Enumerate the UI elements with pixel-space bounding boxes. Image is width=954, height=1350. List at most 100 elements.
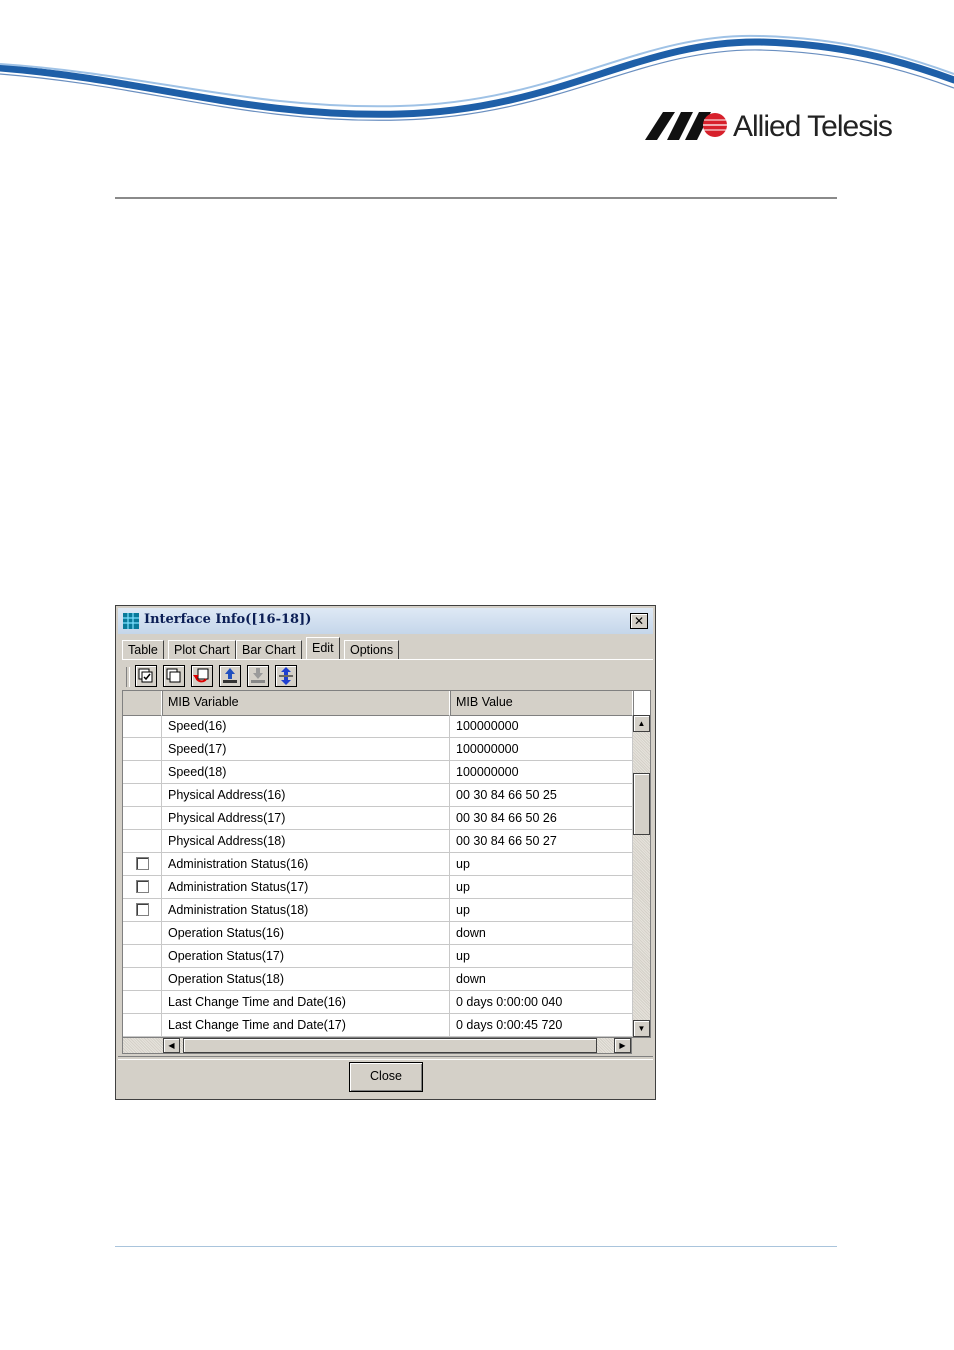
mib-value-cell[interactable]: up (450, 945, 633, 967)
mib-value-cell[interactable]: 100000000 (450, 761, 633, 783)
download-icon (251, 668, 265, 683)
horizontal-scroll-thumb[interactable] (183, 1038, 597, 1053)
toolbar-separator (126, 667, 130, 687)
mib-value-cell[interactable]: up (450, 853, 633, 875)
row-select-cell (123, 922, 162, 944)
table-row[interactable]: Physical Address(16) 00 30 84 66 50 25 (123, 784, 633, 807)
footer-separator (118, 1056, 653, 1060)
mib-value-cell[interactable]: 100000000 (450, 715, 633, 737)
mib-value-cell[interactable]: 00 30 84 66 50 26 (450, 807, 633, 829)
refresh-icon (279, 667, 293, 685)
column-header-select[interactable] (123, 691, 162, 715)
table-row[interactable]: Administration Status(18) up (123, 899, 633, 922)
tab-divider (122, 659, 653, 660)
mib-variable-cell: Physical Address(16) (162, 784, 450, 806)
tab-edit[interactable]: Edit (306, 637, 340, 660)
row-select-cell (123, 807, 162, 829)
header-rule (115, 197, 837, 199)
tab-bar: Table Plot Chart Bar Chart Edit Options (122, 637, 652, 660)
close-button[interactable]: Close (349, 1062, 423, 1092)
brand-name: Allied Telesis (733, 110, 893, 143)
mib-value-cell[interactable]: up (450, 899, 633, 921)
mib-variable-cell: Operation Status(17) (162, 945, 450, 967)
mib-variable-cell: Operation Status(18) (162, 968, 450, 990)
mib-table: MIB Variable MIB Value Speed(16) 10000000… (122, 690, 651, 1038)
row-select-cell (123, 715, 162, 737)
allied-telesis-logo-mark-icon (645, 112, 727, 140)
scroll-up-icon[interactable]: ▲ (633, 715, 650, 732)
horizontal-scrollbar[interactable]: ◀ ▶ (122, 1037, 632, 1054)
table-row[interactable]: Last Change Time and Date(17) 0 days 0:00… (123, 1014, 633, 1037)
table-row[interactable]: Operation Status(17) up (123, 945, 633, 968)
refresh-button[interactable] (275, 665, 297, 687)
mib-variable-cell: Speed(17) (162, 738, 450, 760)
vertical-scrollbar[interactable]: ▲ ▼ (633, 715, 650, 1037)
scroll-thumb[interactable] (633, 773, 650, 835)
table-row[interactable]: Operation Status(16) down (123, 922, 633, 945)
mib-value-cell[interactable]: 100000000 (450, 738, 633, 760)
select-all-button[interactable] (135, 665, 157, 687)
upload-icon (223, 668, 237, 683)
title-bar[interactable]: Interface Info([16-18]) ✕ (118, 608, 653, 634)
mib-value-cell[interactable]: 0 days 0:00:00 040 (450, 991, 633, 1013)
mib-value-cell[interactable]: 00 30 84 66 50 27 (450, 830, 633, 852)
interface-info-window: Interface Info([16-18]) ✕ Table Plot Cha… (115, 605, 656, 1100)
upload-button[interactable] (219, 665, 241, 687)
row-select-cell (123, 945, 162, 967)
tab-options[interactable]: Options (344, 640, 400, 659)
table-row[interactable]: Physical Address(18) 00 30 84 66 50 27 (123, 830, 633, 853)
deselect-all-icon (166, 668, 181, 683)
select-all-icon (138, 668, 153, 683)
row-checkbox[interactable] (136, 857, 149, 870)
table-row[interactable]: Last Change Time and Date(16) 0 days 0:00… (123, 991, 633, 1014)
mib-variable-cell: Administration Status(17) (162, 876, 450, 898)
row-select-cell (123, 991, 162, 1013)
row-select-cell (123, 784, 162, 806)
mib-variable-cell: Operation Status(16) (162, 922, 450, 944)
scroll-down-icon[interactable]: ▼ (633, 1020, 650, 1037)
column-header-mib-variable[interactable]: MIB Variable (162, 691, 450, 715)
row-select-cell (123, 968, 162, 990)
undo-button[interactable] (191, 665, 213, 687)
table-row[interactable]: Administration Status(16) up (123, 853, 633, 876)
mib-value-cell[interactable]: 0 days 0:00:45 720 (450, 1014, 633, 1036)
row-select-cell[interactable] (123, 853, 162, 875)
tab-plot-chart[interactable]: Plot Chart (168, 640, 236, 659)
row-select-cell[interactable] (123, 899, 162, 921)
tab-table[interactable]: Table (122, 640, 164, 659)
row-checkbox[interactable] (136, 903, 149, 916)
undo-icon (193, 668, 209, 683)
row-select-cell (123, 738, 162, 760)
row-checkbox[interactable] (136, 880, 149, 893)
table-row[interactable]: Administration Status(17) up (123, 876, 633, 899)
mib-value-cell[interactable]: up (450, 876, 633, 898)
table-header: MIB Variable MIB Value (123, 691, 633, 716)
scroll-left-icon[interactable]: ◀ (163, 1038, 180, 1053)
toolbar (126, 665, 646, 689)
mib-value-cell[interactable]: down (450, 968, 633, 990)
table-row[interactable]: Speed(16) 100000000 (123, 715, 633, 738)
deselect-all-button[interactable] (163, 665, 185, 687)
window-title: Interface Info([16-18]) (144, 612, 312, 627)
table-row[interactable]: Physical Address(17) 00 30 84 66 50 26 (123, 807, 633, 830)
table-row[interactable]: Operation Status(18) down (123, 968, 633, 991)
mib-variable-cell: Speed(18) (162, 761, 450, 783)
table-row[interactable]: Speed(17) 100000000 (123, 738, 633, 761)
row-select-cell (123, 1014, 162, 1036)
row-select-cell[interactable] (123, 876, 162, 898)
mib-variable-cell: Physical Address(18) (162, 830, 450, 852)
close-icon[interactable]: ✕ (630, 613, 648, 629)
mib-variable-cell: Last Change Time and Date(16) (162, 991, 450, 1013)
grid-icon (123, 613, 139, 629)
mib-variable-cell: Speed(16) (162, 715, 450, 737)
mib-value-cell[interactable]: down (450, 922, 633, 944)
download-button[interactable] (247, 665, 269, 687)
tab-bar-chart[interactable]: Bar Chart (236, 640, 302, 659)
column-header-mib-value[interactable]: MIB Value (450, 691, 633, 715)
row-select-cell (123, 830, 162, 852)
scroll-right-icon[interactable]: ▶ (614, 1038, 631, 1053)
mib-variable-cell: Administration Status(18) (162, 899, 450, 921)
mib-value-cell[interactable]: 00 30 84 66 50 25 (450, 784, 633, 806)
table-row[interactable]: Speed(18) 100000000 (123, 761, 633, 784)
footer-rule (115, 1246, 837, 1247)
